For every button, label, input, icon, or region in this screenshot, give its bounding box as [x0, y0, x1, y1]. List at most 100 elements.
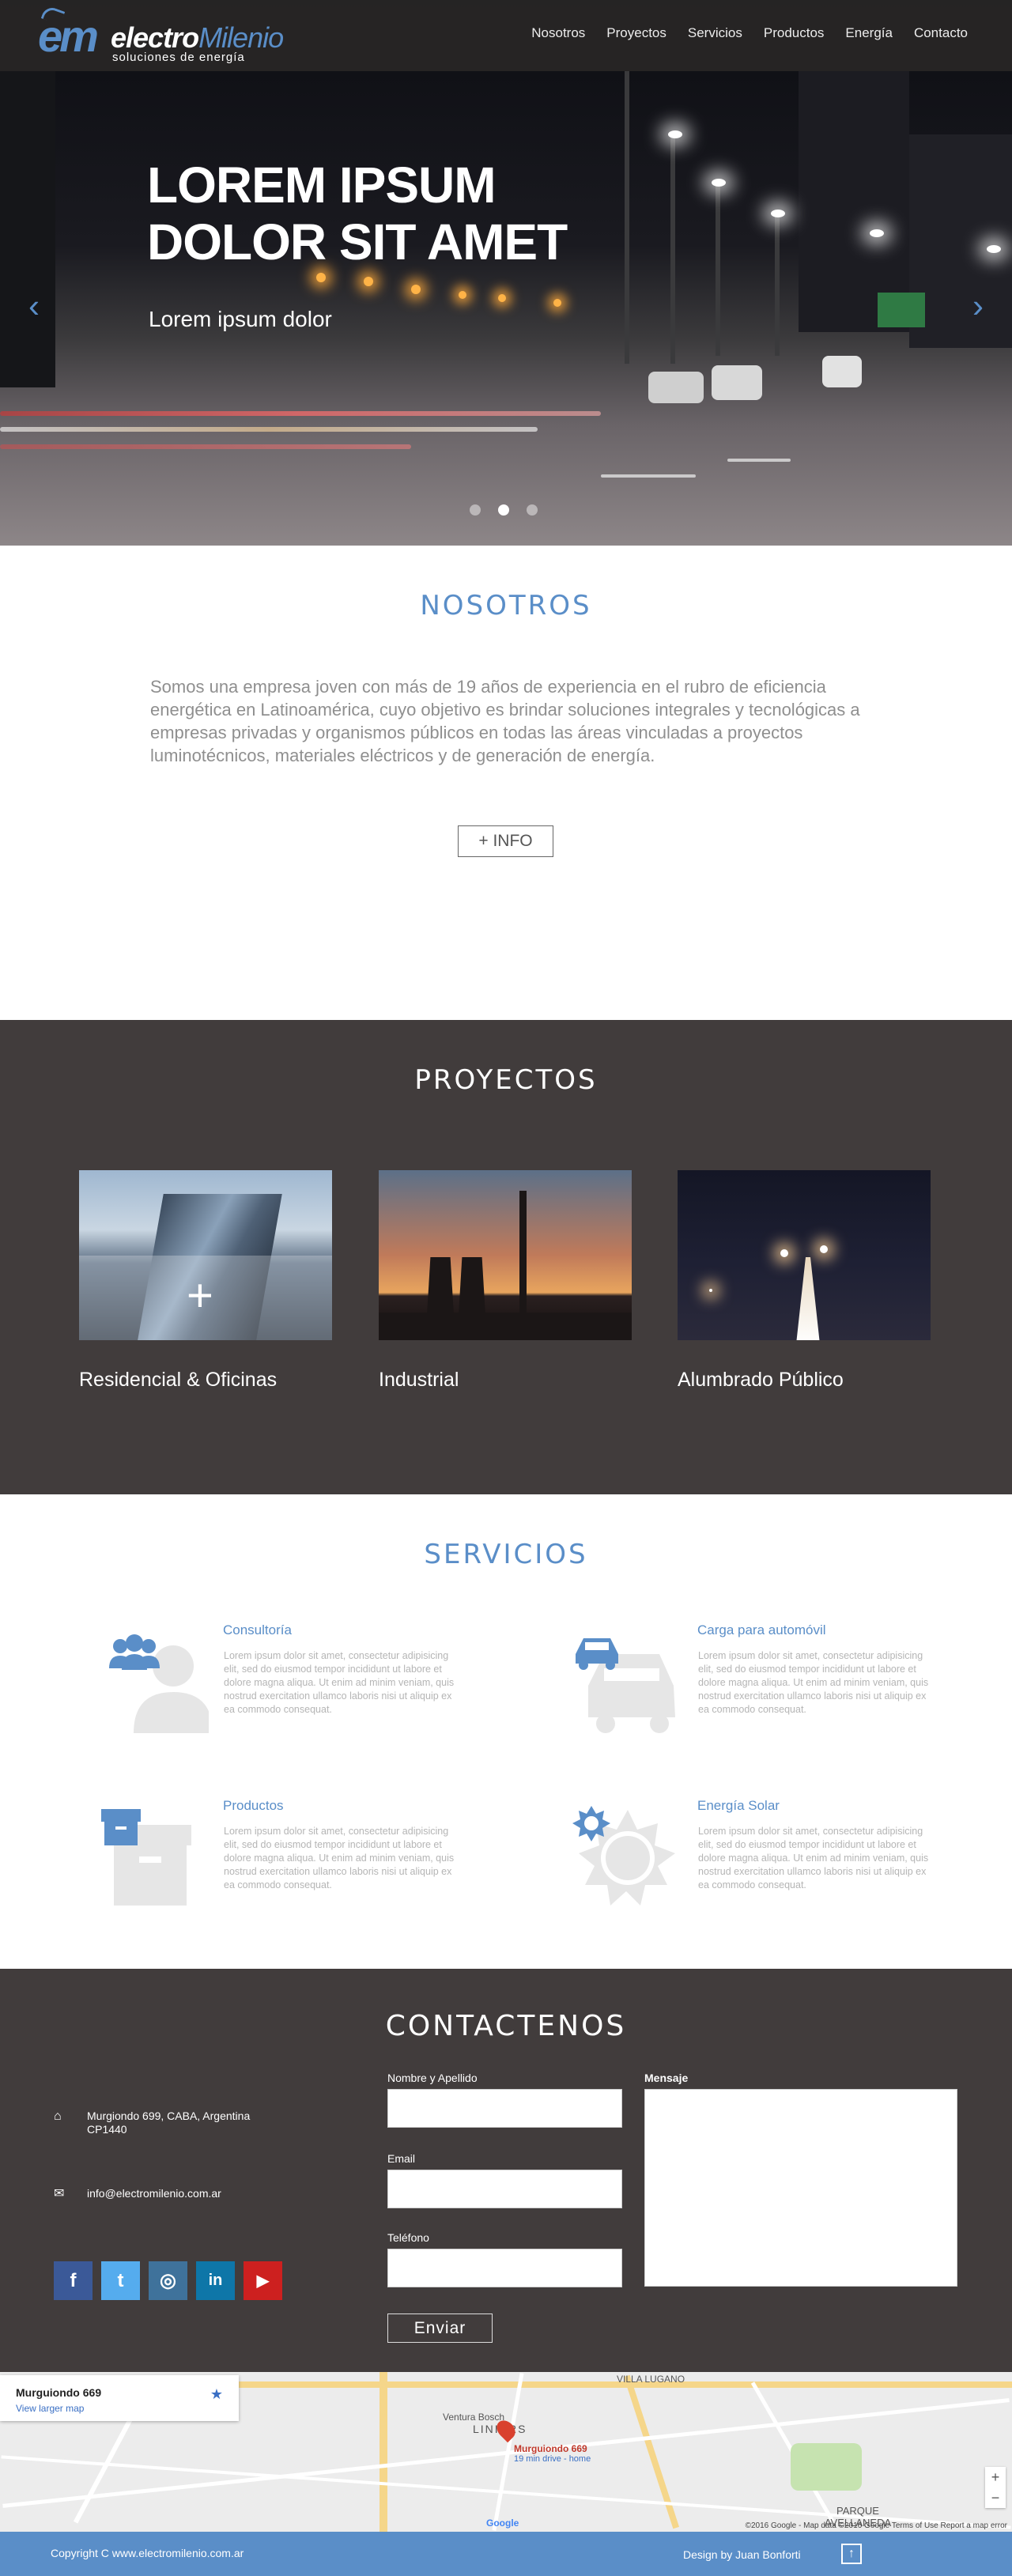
- view-larger-map-link[interactable]: View larger map: [16, 2403, 84, 2414]
- map-info-card: Murguiondo 669 View larger map ★: [0, 2375, 239, 2421]
- nosotros-section: NOSOTROS Somos una empresa joven con más…: [0, 546, 1012, 1020]
- project-image-alumbrado[interactable]: [678, 1170, 931, 1340]
- footer: Copyright C www.electromilenio.com.ar De…: [0, 2532, 1012, 2576]
- logo-name-part2: Milenio: [198, 21, 284, 54]
- project-card-alumbrado[interactable]: Alumbrado Público: [678, 1170, 931, 1392]
- hero-lamp: [771, 210, 785, 217]
- map-embed[interactable]: VILLA LUGANO Ventura Bosch LINIERS PARQU…: [0, 2372, 1012, 2532]
- hero-glow: [316, 273, 326, 282]
- carousel-indicators: [470, 504, 538, 516]
- service-title: Consultoría: [223, 1622, 292, 1637]
- email-row: ✉ info@electromilenio.com.ar: [54, 2187, 221, 2200]
- address-row: ⌂ Murgiondo 699, CABA, Argentina CP1440: [54, 2110, 250, 2136]
- nav-item-servicios[interactable]: Servicios: [688, 25, 742, 41]
- hero-light-streak: [0, 427, 538, 432]
- logo-slogan: soluciones de energía: [112, 51, 245, 64]
- map-road: [623, 2374, 680, 2529]
- map-pin-subtitle: 19 min drive - home: [514, 2454, 591, 2464]
- email-field[interactable]: [387, 2170, 622, 2208]
- home-icon: ⌂: [54, 2110, 62, 2123]
- plus-icon[interactable]: +: [187, 1273, 213, 1319]
- contacto-section: CONTACTENOS ⌂ Murgiondo 699, CABA, Argen…: [0, 1969, 1012, 2372]
- project-caption[interactable]: Alumbrado Público: [678, 1369, 931, 1392]
- project-card-residencial[interactable]: + Residencial & Oficinas: [79, 1170, 332, 1392]
- map-attribution: ©2016 Google - Map data ©2016 Google Ter…: [745, 2521, 1007, 2530]
- phone-field[interactable]: [387, 2249, 622, 2287]
- project-image-residencial[interactable]: +: [79, 1170, 332, 1340]
- copyright-text: Copyright C www.electromilenio.com.ar: [51, 2547, 244, 2559]
- hero-building: [0, 71, 55, 387]
- project-street-light: [709, 1289, 712, 1292]
- send-button[interactable]: Enviar: [387, 2313, 493, 2343]
- car-icon: [576, 1638, 675, 1733]
- hero-lamp: [668, 130, 682, 138]
- name-field[interactable]: [387, 2089, 622, 2128]
- hero-glow: [364, 277, 373, 286]
- hero-glow: [411, 285, 421, 294]
- map-pin-title: Murguiondo 669: [514, 2443, 587, 2454]
- map-park: [791, 2443, 862, 2491]
- zoom-controls[interactable]: + −: [985, 2467, 1006, 2508]
- hero-glow: [553, 299, 561, 307]
- twitter-icon[interactable]: t: [101, 2261, 140, 2300]
- hero-glow: [459, 291, 466, 299]
- servicios-section: SERVICIOS Consultoría Lorem ipsum dolor …: [0, 1494, 1012, 1969]
- nav-item-productos[interactable]: Productos: [764, 25, 825, 41]
- hero-pole: [625, 71, 629, 364]
- service-text: Lorem ipsum dolor sit amet, consectetur …: [698, 1826, 929, 1890]
- nav-item-proyectos[interactable]: Proyectos: [606, 25, 666, 41]
- hero-title: LOREM IPSUM DOLOR SIT AMET: [147, 157, 568, 270]
- service-consultoria: Consultoría Lorem ipsum dolor sit amet, …: [87, 1622, 498, 1749]
- linkedin-icon[interactable]: in: [196, 2261, 235, 2300]
- nosotros-text: Somos una empresa joven con más de 19 añ…: [150, 677, 860, 765]
- logo[interactable]: em electroMilenio soluciones de energía: [38, 5, 284, 64]
- star-icon[interactable]: ★: [210, 2386, 223, 2403]
- email-text[interactable]: info@electromilenio.com.ar: [87, 2187, 221, 2200]
- chevron-left-icon[interactable]: ‹: [28, 289, 40, 323]
- hero-light-streak: [0, 444, 411, 449]
- carousel-dot-1[interactable]: [470, 504, 481, 516]
- hero-lamp: [987, 245, 1001, 253]
- youtube-icon[interactable]: ▶: [244, 2261, 282, 2300]
- hero-pole: [716, 182, 720, 356]
- nav-item-energia[interactable]: Energía: [845, 25, 893, 41]
- address-text: Murgiondo 699, CABA, Argentina CP1440: [87, 2110, 250, 2136]
- message-field[interactable]: [644, 2089, 957, 2287]
- phone-label: Teléfono: [387, 2231, 429, 2244]
- proyectos-section: PROYECTOS + Residencial & Oficinas Indus…: [0, 1020, 1012, 1494]
- project-chimney: [519, 1191, 527, 1325]
- hero-sign: [878, 293, 925, 327]
- project-image-industrial[interactable]: [379, 1170, 632, 1340]
- instagram-icon[interactable]: ◎: [149, 2261, 187, 2300]
- nosotros-title: NOSOTROS: [420, 590, 592, 621]
- hero-pole: [670, 134, 675, 364]
- carousel-dot-3[interactable]: [527, 504, 538, 516]
- email-label: Email: [387, 2152, 416, 2165]
- service-productos: Productos Lorem ipsum dolor sit amet, co…: [87, 1798, 498, 1924]
- hero-glow: [498, 294, 506, 302]
- facebook-icon[interactable]: f: [54, 2261, 93, 2300]
- servicios-title: SERVICIOS: [424, 1539, 588, 1570]
- project-caption[interactable]: Residencial & Oficinas: [79, 1369, 332, 1392]
- info-button[interactable]: + INFO: [458, 825, 553, 857]
- chevron-right-icon[interactable]: ›: [972, 289, 984, 323]
- project-caption[interactable]: Industrial: [379, 1369, 632, 1392]
- map-label: Ventura Bosch: [443, 2412, 505, 2423]
- hero-car: [712, 365, 762, 400]
- arrow-up-icon[interactable]: ↑: [841, 2544, 862, 2564]
- service-title: Energía Solar: [697, 1798, 780, 1813]
- box-icon: [101, 1809, 191, 1906]
- project-card-industrial[interactable]: Industrial: [379, 1170, 632, 1392]
- hero-carousel: LOREM IPSUM DOLOR SIT AMET Lorem ipsum d…: [0, 0, 1012, 546]
- message-label: Mensaje: [644, 2072, 689, 2084]
- logo-name-part1: electro: [111, 21, 199, 54]
- nav-item-nosotros[interactable]: Nosotros: [531, 25, 585, 41]
- google-logo: Google: [486, 2517, 519, 2529]
- hero-road-marking: [601, 474, 696, 478]
- carousel-dot-2[interactable]: [498, 504, 509, 516]
- design-credit: Design by Juan Bonforti: [683, 2548, 801, 2561]
- main-nav: Nosotros Proyectos Servicios Productos E…: [531, 25, 968, 41]
- nav-item-contacto[interactable]: Contacto: [914, 25, 968, 41]
- hero-pole: [775, 213, 780, 356]
- service-energia-solar: Energía Solar Lorem ipsum dolor sit amet…: [561, 1798, 972, 1924]
